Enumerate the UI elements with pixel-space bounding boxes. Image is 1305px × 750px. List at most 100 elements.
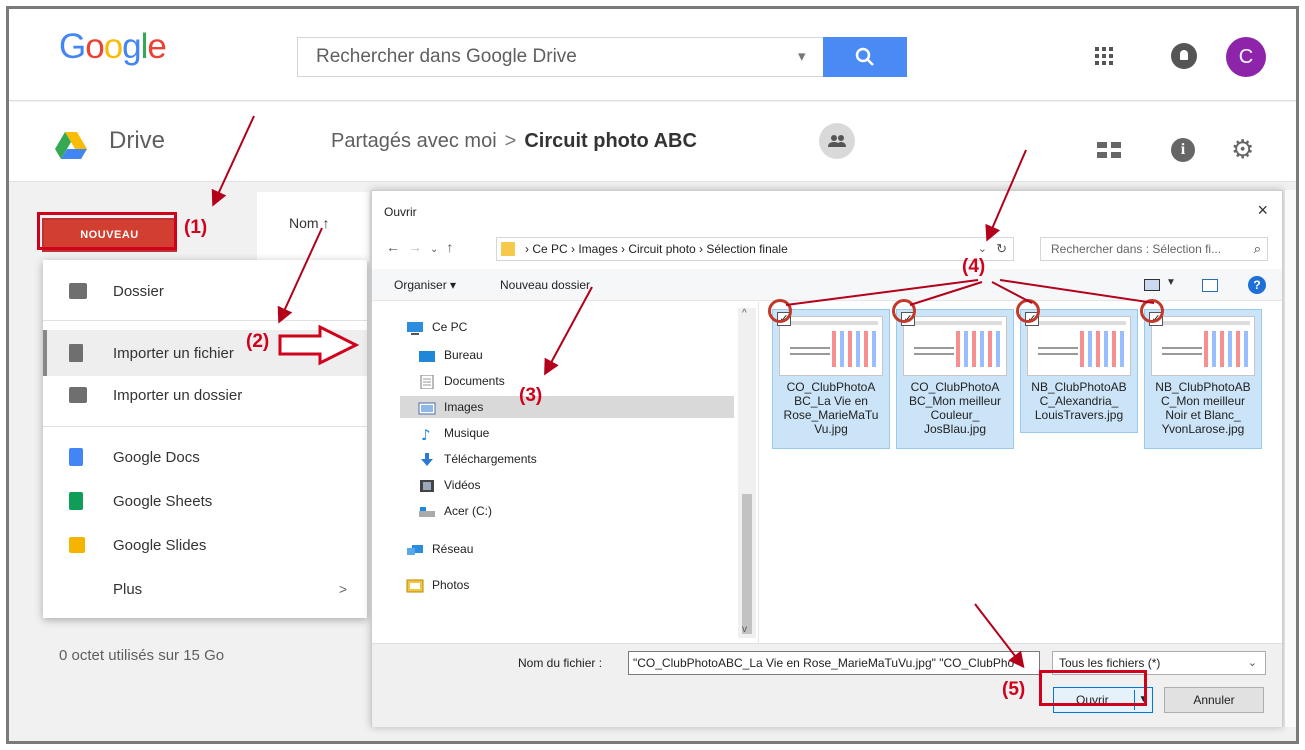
file-item[interactable]: ✓ CO_ClubPhotoA BC_Mon meilleur Couleur_… <box>896 309 1014 449</box>
chevron-down-icon: ⌄ <box>1247 657 1257 669</box>
tree-item-this-pc[interactable]: Ce PC <box>402 316 732 338</box>
recent-locations-icon[interactable]: ⌄ <box>430 244 446 255</box>
gear-icon[interactable]: ⚙ <box>1231 135 1254 163</box>
filename-label: Nom du fichier : <box>518 656 603 670</box>
tree-item-label: Ce PC <box>432 320 468 334</box>
shared-people-icon[interactable] <box>819 123 855 159</box>
tree-scrollbar[interactable]: ^ v <box>738 308 756 638</box>
avatar[interactable]: C <box>1226 37 1266 77</box>
step-1-highlight <box>37 212 177 250</box>
menu-item-google-slides[interactable]: Google Slides <box>43 522 367 568</box>
menu-item-label: Google Sheets <box>113 492 213 510</box>
tree-item-music[interactable]: ♪ Musique <box>414 422 744 444</box>
file-item[interactable]: ✓ NB_ClubPhotoAB C_Alexandria_ LouisTrav… <box>1020 309 1138 433</box>
breadcrumb: Partagés avec moi > Circuit photo ABC <box>331 130 697 153</box>
step-5-highlight <box>1039 670 1147 706</box>
preview-pane-icon[interactable] <box>1202 279 1218 292</box>
info-icon[interactable]: i <box>1171 138 1195 162</box>
tree-item-label: Réseau <box>432 542 474 556</box>
google-slides-icon <box>69 537 85 553</box>
file-list: ✓ CO_ClubPhotoA BC_La Vie en Rose_MarieM… <box>772 309 1272 489</box>
step-4-circle <box>1016 299 1040 323</box>
dialog-search-field[interactable]: Rechercher dans : Sélection fi... ⌕ <box>1040 237 1268 261</box>
file-name: CO_ClubPhotoA BC_La Vie en Rose_MarieMaT… <box>783 380 879 436</box>
menu-item-label: Google Slides <box>113 536 207 554</box>
grid-view-icon[interactable] <box>1097 142 1121 158</box>
tree-item-label: Photos <box>432 578 470 592</box>
drive-title[interactable]: Drive <box>109 127 165 155</box>
apps-grid-icon[interactable] <box>1095 47 1113 65</box>
open-file-dialog: Ouvrir × ←→⌄↑ › Ce PC › Images › Circuit… <box>371 190 1283 727</box>
google-docs-icon <box>69 448 83 466</box>
file-name: NB_ClubPhotoAB C_Mon meilleur Noir et Bl… <box>1155 380 1251 436</box>
file-name: CO_ClubPhotoA BC_Mon meilleur Couleur_ J… <box>908 380 1002 436</box>
step-4-circle <box>768 299 792 323</box>
tree-item-images[interactable]: Images <box>400 396 734 418</box>
menu-divider <box>43 426 367 427</box>
chevron-down-icon[interactable]: ▼ <box>1166 277 1176 288</box>
tree-item-network[interactable]: Réseau <box>402 538 732 560</box>
step-4-circle <box>892 299 916 323</box>
tree-item-videos[interactable]: Vidéos <box>414 474 744 496</box>
menu-item-folder[interactable]: Dossier <box>43 268 367 314</box>
search-options-icon[interactable]: ▾ <box>798 44 806 70</box>
dialog-title: Ouvrir <box>384 205 417 219</box>
menu-item-google-docs[interactable]: Google Docs <box>43 434 367 480</box>
menu-item-google-sheets[interactable]: Google Sheets <box>43 478 367 524</box>
pane-divider[interactable] <box>758 302 759 647</box>
file-thumbnail <box>1151 316 1255 376</box>
organize-menu[interactable]: Organiser ▾ <box>394 278 456 292</box>
menu-divider <box>43 320 367 321</box>
folder-upload-icon <box>69 387 87 403</box>
folder-tree: Ce PC Bureau Documents Images ♪ Musique … <box>372 302 752 642</box>
close-icon[interactable]: × <box>1257 200 1268 221</box>
step-4-circle <box>1140 299 1164 323</box>
menu-item-label: Dossier <box>113 282 164 300</box>
sort-by-name[interactable]: Nom ↑ <box>289 215 329 231</box>
new-folder-button[interactable]: Nouveau dossier <box>500 278 590 292</box>
svg-text:♪: ♪ <box>421 427 431 441</box>
tree-item-label: Vidéos <box>444 478 481 492</box>
tree-item-photos[interactable]: Photos <box>402 574 732 596</box>
search-button[interactable] <box>823 37 907 77</box>
file-item[interactable]: ✓ NB_ClubPhotoAB C_Mon meilleur Noir et … <box>1144 309 1262 449</box>
menu-item-import-file[interactable]: Importer un fichier <box>43 330 367 376</box>
video-icon <box>418 478 436 492</box>
photos-icon <box>406 578 424 593</box>
refresh-icon[interactable]: ↻ <box>996 238 1007 260</box>
tree-item-drive-c[interactable]: Acer (C:) <box>414 500 744 522</box>
back-arrow-icon[interactable]: ← <box>386 239 408 255</box>
tree-item-label: Documents <box>444 374 505 388</box>
menu-item-more[interactable]: Plus > <box>43 566 367 612</box>
storage-usage: 0 octet utilisés sur 15 Go <box>59 647 225 664</box>
google-logo[interactable]: Google <box>59 27 167 67</box>
tree-item-downloads[interactable]: Téléchargements <box>414 448 744 470</box>
pc-icon <box>406 320 424 335</box>
scroll-down-icon[interactable]: v <box>742 624 747 635</box>
address-path: › Ce PC › Images › Circuit photo › Sélec… <box>525 242 788 256</box>
drive-bar: Drive Partagés avec moi > Circuit photo AB… <box>9 102 1296 182</box>
file-item[interactable]: ✓ CO_ClubPhotoA BC_La Vie en Rose_MarieM… <box>772 309 890 449</box>
menu-item-import-folder[interactable]: Importer un dossier <box>43 372 367 418</box>
filename-field[interactable]: "CO_ClubPhotoABC_La Vie en Rose_MarieMaT… <box>628 651 1040 675</box>
notifications-icon[interactable] <box>1171 43 1197 69</box>
step-3-label: (3) <box>519 385 543 406</box>
up-arrow-icon[interactable]: ↑ <box>446 239 461 255</box>
page-scrollbar[interactable] <box>1284 190 1296 727</box>
scrollbar-thumb[interactable] <box>742 494 752 634</box>
scroll-up-icon[interactable]: ^ <box>742 308 747 319</box>
help-icon[interactable]: ? <box>1248 276 1266 294</box>
tree-item-documents[interactable]: Documents <box>414 370 744 392</box>
breadcrumb-parent[interactable]: Partagés avec moi <box>331 130 497 152</box>
tree-item-desktop[interactable]: Bureau <box>414 344 744 366</box>
forward-arrow-icon[interactable]: → <box>408 239 430 255</box>
folder-icon <box>501 242 515 256</box>
search-input[interactable] <box>298 38 818 76</box>
cancel-button[interactable]: Annuler <box>1164 687 1264 713</box>
step-1-label: (1) <box>184 217 208 238</box>
view-options-icon[interactable] <box>1144 279 1160 291</box>
address-bar[interactable]: › Ce PC › Images › Circuit photo › Sélec… <box>496 237 1014 261</box>
breadcrumb-current[interactable]: Circuit photo ABC <box>524 130 697 152</box>
desktop-icon <box>418 348 436 362</box>
drive-icon <box>418 504 436 518</box>
